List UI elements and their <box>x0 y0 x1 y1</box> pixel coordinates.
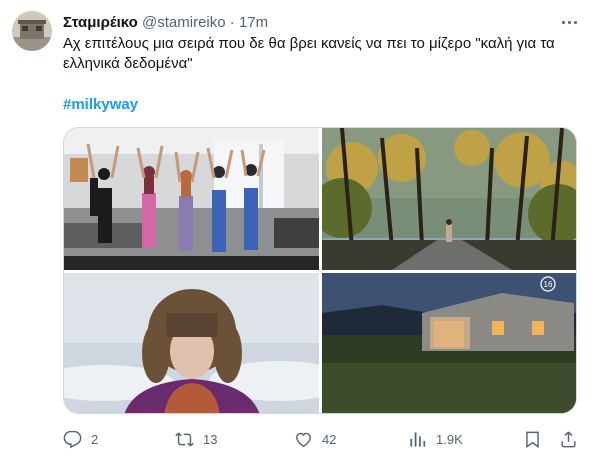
retweet-count: 13 <box>203 431 218 447</box>
media-image-fur-hat[interactable] <box>64 273 319 414</box>
more-options-button[interactable] <box>557 12 581 32</box>
media-image-house[interactable]: 16 <box>322 273 577 414</box>
action-bar: 2 13 42 1.9K <box>63 428 583 450</box>
age-rating-badge: 16 <box>544 280 553 289</box>
views-button[interactable]: 1.9K <box>408 428 463 450</box>
avatar[interactable] <box>12 11 52 51</box>
like-button[interactable]: 42 <box>294 428 336 450</box>
share-icon <box>561 431 576 447</box>
views-chart-icon <box>410 431 426 447</box>
bookmark-button[interactable] <box>523 428 551 450</box>
separator-dot: · <box>229 14 235 31</box>
tweet-header: Σταμιρέικο @stamireiko · 17m <box>63 13 268 33</box>
like-count: 42 <box>322 431 337 447</box>
tweet-card[interactable]: Σταμιρέικο @stamireiko · 17m Αχ επιτέλου… <box>0 0 607 475</box>
views-count: 1.9K <box>436 431 463 447</box>
retweet-icon <box>175 432 194 446</box>
avatar-image <box>12 11 52 51</box>
tweet-text: Αχ επιτέλους μια σειρά που δε θα βρει κα… <box>63 35 555 72</box>
author-name[interactable]: Σταμιρέικο <box>63 14 138 31</box>
reply-count: 2 <box>91 431 99 447</box>
media-image-forest[interactable] <box>322 128 577 270</box>
bookmark-icon <box>526 431 539 448</box>
more-dots-icon <box>561 20 565 24</box>
media-grid: 16 <box>63 127 577 414</box>
author-handle[interactable]: @stamireiko <box>142 14 226 31</box>
hashtag-link[interactable]: #milkyway <box>63 95 138 115</box>
reply-button[interactable]: 2 <box>63 428 98 450</box>
media-image-dancers[interactable] <box>64 128 319 270</box>
share-button[interactable] <box>559 428 587 450</box>
retweet-button[interactable]: 13 <box>175 428 217 450</box>
reply-icon <box>63 430 82 448</box>
tweet-timestamp[interactable]: 17m <box>239 14 268 31</box>
heart-icon <box>296 432 311 447</box>
